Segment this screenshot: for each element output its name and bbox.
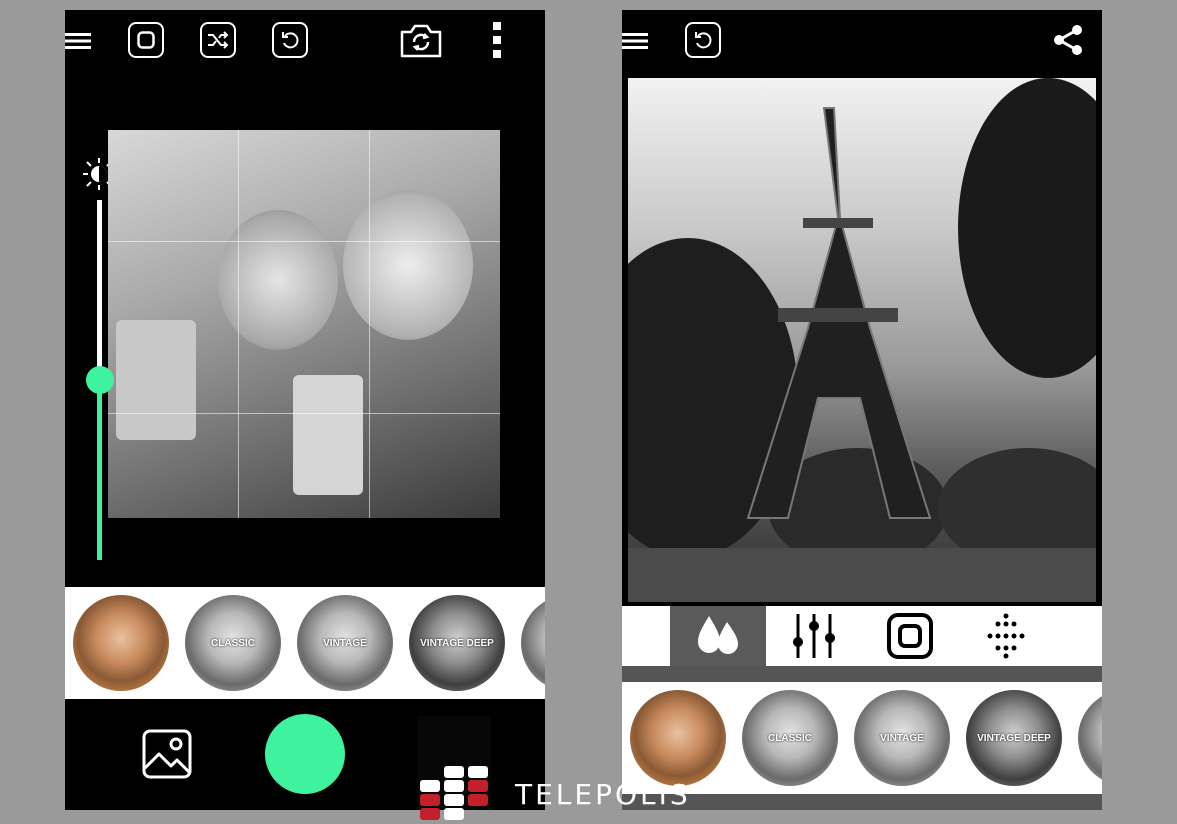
logo-block xyxy=(420,808,440,820)
shuffle-icon xyxy=(208,31,229,49)
menu-button[interactable] xyxy=(65,28,91,54)
grid-line xyxy=(108,241,500,242)
share-icon xyxy=(1054,25,1082,55)
logo-block xyxy=(444,780,464,792)
filter-strip: CLASSIC VINTAGE VINTAGE DEEP xyxy=(622,682,1102,794)
cup-right xyxy=(293,375,363,495)
image-gallery-icon xyxy=(142,729,192,779)
filter-thumb-classic[interactable]: CLASSIC xyxy=(185,595,281,691)
filter-thumb-classic[interactable]: CLASSIC xyxy=(742,690,838,786)
hamburger-menu-icon xyxy=(622,33,648,49)
logo-block xyxy=(420,780,440,792)
logo-block xyxy=(468,780,488,792)
filter-label: VINTAGE DEEP xyxy=(420,637,494,649)
filter-thumb-original[interactable] xyxy=(73,595,169,691)
logo-block xyxy=(420,794,440,806)
drops-icon xyxy=(698,616,738,654)
filter-label: VINTAGE xyxy=(880,732,924,744)
sliders-icon xyxy=(793,614,835,658)
menu-button[interactable] xyxy=(622,28,648,54)
filter-thumb-vintage-deep[interactable]: VINTAGE DEEP xyxy=(409,595,505,691)
more-button[interactable] xyxy=(489,20,505,60)
logo-block xyxy=(468,794,488,806)
cup-left xyxy=(116,320,196,440)
shutter-button[interactable] xyxy=(265,714,345,794)
grid-line xyxy=(238,130,239,518)
undo-icon xyxy=(695,32,712,49)
filter-strip: CLASSIC VINTAGE VINTAGE DEEP xyxy=(65,587,545,699)
logo-block xyxy=(444,794,464,806)
watermark-text: TELEPOLIS xyxy=(515,778,691,811)
subject-face-right xyxy=(343,190,473,340)
tool-adjust-button[interactable] xyxy=(766,606,862,666)
subject-face-left xyxy=(218,210,338,350)
filter-label: VINTAGE DEEP xyxy=(977,732,1051,744)
editor-screen: CLASSIC VINTAGE VINTAGE DEEP xyxy=(622,10,1102,810)
edited-photo[interactable] xyxy=(626,76,1098,604)
tool-pattern-button[interactable] xyxy=(958,606,1054,666)
reset-button[interactable] xyxy=(272,22,308,58)
filter-thumb-vintage[interactable]: VINTAGE xyxy=(297,595,393,691)
filter-thumb-partial[interactable] xyxy=(1078,690,1102,786)
divider-band xyxy=(622,666,1102,682)
telepolis-watermark: TELEPOLIS xyxy=(420,766,688,824)
logo-block xyxy=(444,766,464,778)
camera-switch-button[interactable] xyxy=(398,22,444,60)
square-frame-icon xyxy=(137,31,155,49)
brightness-track[interactable] xyxy=(97,200,102,380)
camera-viewfinder[interactable] xyxy=(108,130,500,518)
filter-thumb-vintage[interactable]: VINTAGE xyxy=(854,690,950,786)
eiffel-tower-illustration xyxy=(628,78,1096,602)
reset-button[interactable] xyxy=(685,22,721,58)
filter-label: CLASSIC xyxy=(211,637,255,649)
more-vertical-icon xyxy=(493,22,501,58)
logo-block xyxy=(444,808,464,820)
camera-switch-icon xyxy=(400,24,442,58)
undo-icon xyxy=(282,32,299,49)
camera-screen: CLASSIC VINTAGE VINTAGE DEEP xyxy=(65,10,545,810)
square-frame-icon xyxy=(887,613,933,659)
divider-band xyxy=(622,794,1102,810)
shuffle-button[interactable] xyxy=(200,22,236,58)
grid-line xyxy=(108,413,500,414)
gallery-button[interactable] xyxy=(141,728,193,780)
filter-label: CLASSIC xyxy=(768,732,812,744)
logo-block xyxy=(468,766,488,778)
tool-frame-button[interactable] xyxy=(862,606,958,666)
hamburger-menu-icon xyxy=(65,33,91,49)
edit-tools-bar xyxy=(622,606,1102,666)
share-button[interactable] xyxy=(1050,22,1086,58)
grid-line xyxy=(369,130,370,518)
square-crop-button[interactable] xyxy=(128,22,164,58)
dots-grid-icon xyxy=(987,613,1025,659)
brightness-track-fill xyxy=(97,380,102,560)
brightness-slider-handle[interactable] xyxy=(86,366,114,394)
tool-drops-button[interactable] xyxy=(670,606,766,666)
filter-thumb-partial[interactable] xyxy=(521,595,545,691)
filter-thumb-vintage-deep[interactable]: VINTAGE DEEP xyxy=(966,690,1062,786)
filter-label: VINTAGE xyxy=(323,637,367,649)
